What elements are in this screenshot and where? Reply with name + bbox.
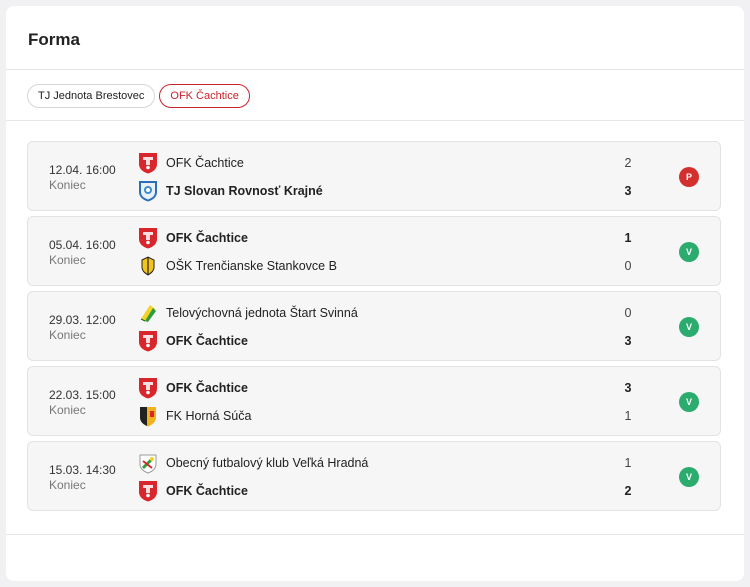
match-status: Koniec (49, 403, 86, 417)
result-badge: V (679, 317, 699, 337)
velka-hradna-crest-icon (138, 452, 158, 474)
form-widget: Forma TJ Jednota Brestovec OFK Čachtice … (6, 6, 744, 581)
match-date: 29.03. 12:00 (49, 313, 116, 327)
away-score: 3 (624, 334, 632, 348)
home-team-name: OFK Čachtice (166, 231, 248, 245)
home-team: OFK Čachtice (138, 227, 248, 249)
home-score: 1 (624, 456, 632, 470)
away-team: TJ Slovan Rovnosť Krajné (138, 180, 323, 202)
svinna-crest-icon (138, 302, 158, 324)
away-score: 2 (624, 484, 632, 498)
tab-home-team[interactable]: TJ Jednota Brestovec (27, 84, 156, 108)
home-score: 2 (624, 156, 632, 170)
cachtice-crest-icon (138, 377, 158, 399)
away-team: OFK Čachtice (138, 480, 248, 502)
match-row[interactable]: 05.04. 16:00 Koniec OFK Čachtice OŠK Trenči… (27, 216, 721, 286)
divider (6, 69, 744, 70)
match-row[interactable]: 29.03. 12:00 Koniec Telovýchovná jednota Š… (27, 291, 721, 361)
away-team-name: TJ Slovan Rovnosť Krajné (166, 184, 323, 198)
result-badge: V (679, 242, 699, 262)
away-team: FK Horná Súča (138, 405, 251, 427)
home-team-name: Telovýchovná jednota Štart Svinná (166, 306, 358, 320)
away-team-name: OŠK Trenčianske Stankovce B (166, 259, 337, 273)
cachtice-crest-icon (138, 480, 158, 502)
home-team-name: Obecný futbalový klub Veľká Hradná (166, 456, 369, 470)
home-team: Obecný futbalový klub Veľká Hradná (138, 452, 368, 474)
horna-suca-crest-icon (138, 405, 158, 427)
match-status: Koniec (49, 253, 86, 267)
krajne-crest-icon (138, 180, 158, 202)
away-score: 3 (624, 184, 632, 198)
team-tabs: TJ Jednota Brestovec OFK Čachtice (27, 84, 250, 108)
away-score: 1 (624, 409, 632, 423)
home-team: OFK Čachtice (138, 377, 248, 399)
match-date: 15.03. 14:30 (49, 463, 116, 477)
cachtice-crest-icon (138, 330, 158, 352)
away-team-name: OFK Čachtice (166, 484, 248, 498)
divider (6, 534, 744, 535)
match-status: Koniec (49, 178, 86, 192)
match-date: 05.04. 16:00 (49, 238, 116, 252)
match-date: 22.03. 15:00 (49, 388, 116, 402)
home-team-name: OFK Čachtice (166, 381, 248, 395)
away-score: 0 (624, 259, 632, 273)
tab-away-team[interactable]: OFK Čachtice (159, 84, 250, 108)
home-score: 3 (624, 381, 632, 395)
widget-title: Forma (28, 30, 80, 49)
cachtice-crest-icon (138, 152, 158, 174)
away-team: OŠK Trenčianske Stankovce B (138, 255, 337, 277)
result-badge: V (679, 392, 699, 412)
match-row[interactable]: 15.03. 14:30 Koniec Obecný futbalový klub … (27, 441, 721, 511)
match-row[interactable]: 22.03. 15:00 Koniec OFK Čachtice FK Horná S… (27, 366, 721, 436)
home-team-name: OFK Čachtice (166, 156, 244, 170)
home-team: OFK Čachtice (138, 152, 244, 174)
result-badge: V (679, 467, 699, 487)
match-status: Koniec (49, 328, 86, 342)
home-score: 1 (624, 231, 632, 245)
stankovce-crest-icon (138, 255, 158, 277)
away-team-name: FK Horná Súča (166, 409, 252, 423)
cachtice-crest-icon (138, 227, 158, 249)
match-date: 12.04. 16:00 (49, 163, 116, 177)
away-team: OFK Čachtice (138, 330, 248, 352)
home-score: 0 (624, 306, 632, 320)
match-status: Koniec (49, 478, 86, 492)
away-team-name: OFK Čachtice (166, 334, 248, 348)
divider (6, 120, 744, 121)
result-badge: P (679, 167, 699, 187)
match-row[interactable]: 12.04. 16:00 Koniec OFK Čachtice TJ Slovan … (27, 141, 721, 211)
home-team: Telovýchovná jednota Štart Svinná (138, 302, 358, 324)
match-list: 12.04. 16:00 Koniec OFK Čachtice TJ Slovan … (27, 141, 721, 516)
